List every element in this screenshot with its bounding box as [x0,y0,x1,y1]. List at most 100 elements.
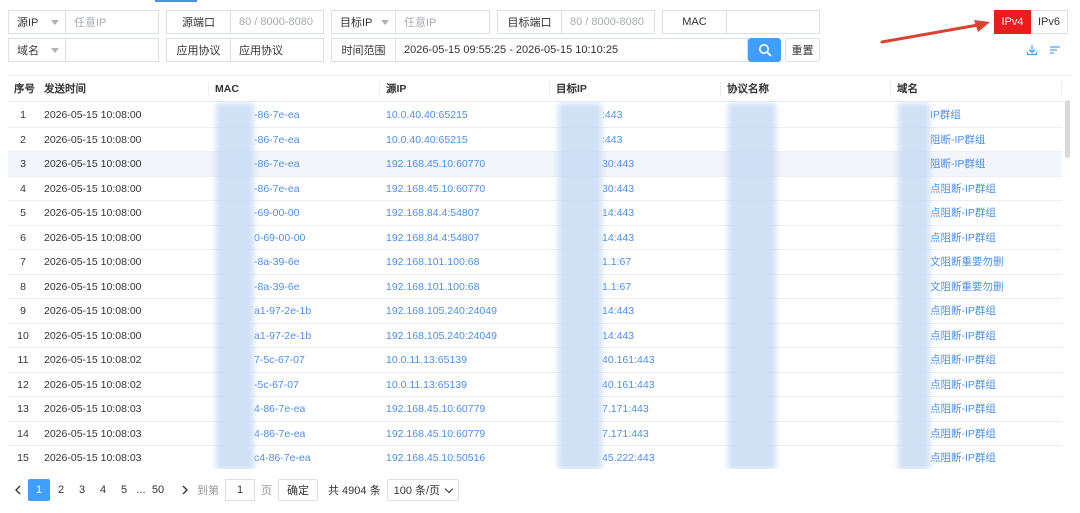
cell-send-time: 2026-05-15 10:08:00 [44,133,142,146]
cell-dst-ip[interactable]: 45.222:443 [602,446,655,469]
column-divider [379,82,380,96]
cell-dst-ip[interactable]: 14:443 [602,299,634,323]
cell-dst-ip[interactable]: 14:443 [602,226,634,250]
app-protocol-select[interactable]: 应用协议 [230,38,324,62]
domain-type-select[interactable]: 域名 [8,38,65,62]
cell-src-ip[interactable]: 192.168.101.100:68 [386,275,479,299]
src-port-input[interactable]: 80 / 8000-8080 [230,10,324,34]
page-number-3[interactable]: 3 [72,479,92,501]
cell-mac[interactable]: 4-86-7e-ea [254,397,305,421]
cell-mac[interactable]: -86-7e-ea [254,128,300,152]
cell-src-ip[interactable]: 192.168.45.10:60779 [386,397,485,421]
cell-mac[interactable]: a1-97-2e-1b [254,299,311,323]
reset-button[interactable]: 重置 [785,38,820,62]
dst-port-label: 目标端口 [497,10,561,34]
cell-src-ip[interactable]: 192.168.84.4:54807 [386,226,479,250]
dst-ip-input[interactable]: 任意IP [395,10,490,34]
cell-mac[interactable]: 4-86-7e-ea [254,422,305,446]
cell-domain[interactable]: IP群组 [930,103,961,127]
page-number-2[interactable]: 2 [51,479,71,501]
cell-mac[interactable]: -86-7e-ea [254,103,300,127]
page-size-value: 100 条/页 [393,485,441,497]
cell-domain[interactable]: 点阻断-IP群组 [930,348,996,372]
cell-mac[interactable]: -5c-67-07 [254,373,299,397]
cell-dst-ip[interactable]: 40.161:443 [602,373,655,397]
cell-domain[interactable]: 点阻断-IP群组 [930,422,996,446]
cell-src-ip[interactable]: 192.168.45.10:50516 [386,446,485,469]
cell-src-ip[interactable]: 192.168.84.4:54807 [386,201,479,225]
cell-domain[interactable]: 点阻断-IP群组 [930,373,996,397]
cell-dst-ip[interactable]: 14:443 [602,324,634,348]
page-number-5[interactable]: 5 [114,479,134,501]
cell-domain[interactable]: 阻断-IP群组 [930,152,985,176]
mac-input[interactable] [726,10,820,34]
cell-domain[interactable]: 点阻断-IP群组 [930,177,996,201]
ipv6-button[interactable]: IPv6 [1031,10,1068,34]
cell-src-ip[interactable]: 192.168.45.10:60770 [386,152,485,176]
cell-mac[interactable]: -86-7e-ea [254,177,300,201]
domain-input[interactable] [65,38,159,62]
cell-src-ip[interactable]: 192.168.105.240:24049 [386,324,497,348]
goto-page-input[interactable]: 1 [225,479,255,501]
cell-dst-ip[interactable]: :443 [602,128,622,152]
cell-mac[interactable]: -8a-39-6e [254,275,300,299]
cell-mac[interactable]: 7-5c-67-07 [254,348,305,372]
cell-domain[interactable]: 阻断-IP群组 [930,128,985,152]
cell-src-ip[interactable]: 192.168.101.100:68 [386,250,479,274]
search-button[interactable] [748,38,781,62]
column-settings-icon[interactable] [1049,44,1061,56]
next-page-button[interactable] [175,479,195,501]
cell-src-ip[interactable]: 10.0.40.40:65215 [386,128,468,152]
page-number-4[interactable]: 4 [93,479,113,501]
cell-domain[interactable]: 点阻断-IP群组 [930,397,996,421]
cell-dst-ip[interactable]: 14:443 [602,201,634,225]
cell-src-ip[interactable]: 192.168.45.10:60770 [386,177,485,201]
cell-src-ip[interactable]: 192.168.45.10:60779 [386,422,485,446]
page-size-select[interactable]: 100 条/页 [386,479,460,501]
prev-page-button[interactable] [8,479,28,501]
time-range-input[interactable]: 2026-05-15 09:55:25 - 2026-05-15 10:10:2… [395,38,748,62]
cell-mac[interactable]: 0-69-00-00 [254,226,305,250]
src-ip-input[interactable]: 任意IP [65,10,159,34]
cell-src-ip[interactable]: 10.0.11.13:65139 [386,373,467,397]
page-number-1[interactable]: 1 [28,479,50,501]
cell-domain[interactable]: 点阻断-IP群组 [930,226,996,250]
cell-mac[interactable]: a1-97-2e-1b [254,324,311,348]
dst-ip-type-select[interactable]: 目标IP [331,10,395,34]
src-port-label-text: 源端口 [182,17,215,29]
cell-dst-ip[interactable]: 30:443 [602,177,634,201]
ipv4-button[interactable]: IPv4 [994,10,1031,34]
cell-src-ip[interactable]: 10.0.40.40:65215 [386,103,468,127]
cell-domain[interactable]: 文阻断重要勿删 [930,250,1004,274]
cell-dst-ip[interactable]: 1.1:67 [602,275,631,299]
cell-dst-ip[interactable]: 30:443 [602,152,634,176]
cell-mac[interactable]: -86-7e-ea [254,152,300,176]
cell-domain[interactable]: 文阻断重要勿删 [930,275,1004,299]
cell-dst-ip[interactable]: 1.1:67 [602,250,631,274]
cell-src-ip[interactable]: 192.168.105.240:24049 [386,299,497,323]
cell-domain[interactable]: 点阻断-IP群组 [930,446,996,469]
log-table: 序号 发送时间 MAC 源IP 目标IP 协议名称 域名 1 2026-05-15… [8,75,1072,469]
cell-mac[interactable]: -8a-39-6e [254,250,300,274]
table-scrollbar[interactable] [1065,100,1070,158]
goto-confirm-button[interactable]: 确定 [278,479,318,501]
cell-dst-ip[interactable]: 7.171:443 [602,397,649,421]
chevron-down-icon [51,47,59,53]
cell-src-ip[interactable]: 10.0.11.13:65139 [386,348,467,372]
src-ip-type-select[interactable]: 源IP [8,10,65,34]
page-list: 1 2 3 4 5... 50 [28,479,169,501]
download-icon[interactable] [1026,44,1038,56]
cell-dst-ip[interactable]: 40.161:443 [602,348,655,372]
mac-filter: MAC [662,10,820,34]
cell-domain[interactable]: 点阻断-IP群组 [930,324,996,348]
cell-mac[interactable]: c4-86-7e-ea [254,446,311,469]
cell-send-time: 2026-05-15 10:08:00 [44,158,142,170]
cell-dst-ip[interactable]: 7.171:443 [602,422,649,446]
cell-dst-ip[interactable]: :443 [602,103,622,127]
page-number-50[interactable]: 50 [148,479,168,501]
page-unit-label: 页 [261,485,272,497]
cell-domain[interactable]: 点阻断-IP群组 [930,201,996,225]
cell-domain[interactable]: 点阻断-IP群组 [930,299,996,323]
cell-mac[interactable]: -69-00-00 [254,201,300,225]
dst-port-input[interactable]: 80 / 8000-8080 [561,10,655,34]
